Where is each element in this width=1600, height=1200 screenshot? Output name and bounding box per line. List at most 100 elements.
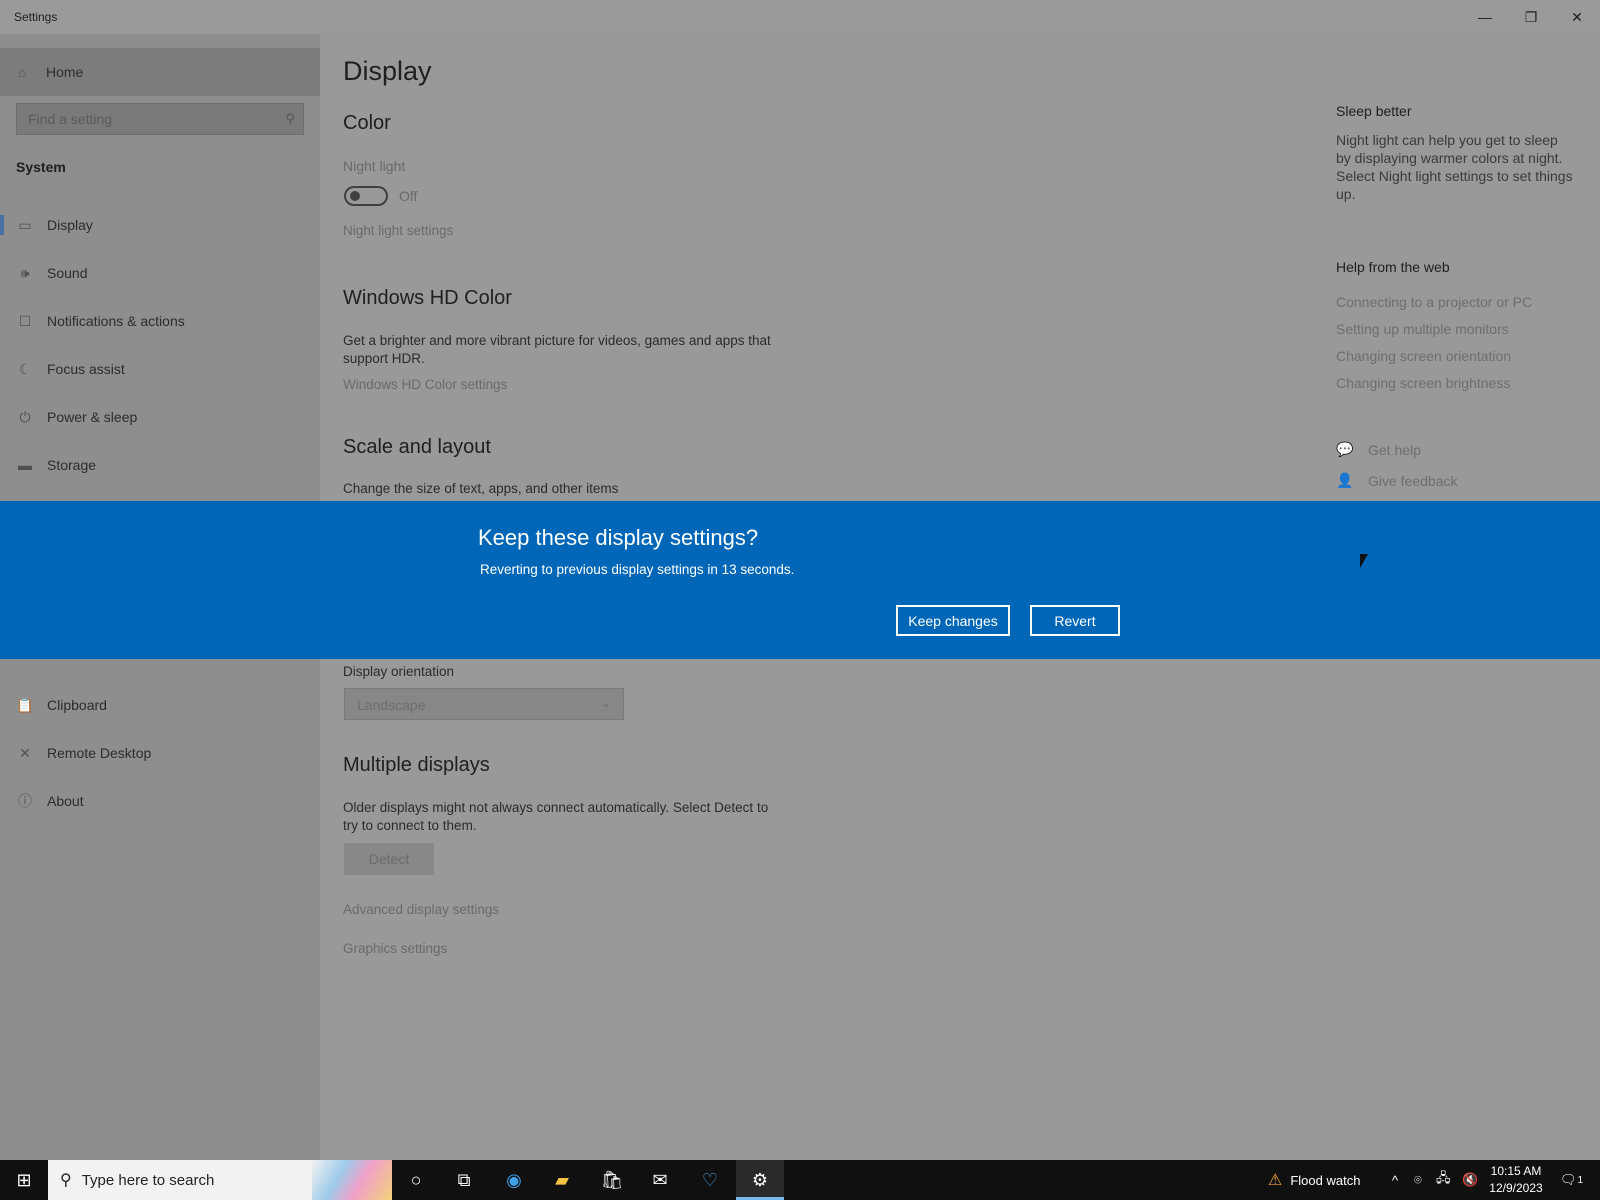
- task-view-icon: ⧉: [457, 1169, 471, 1190]
- action-center-button[interactable]: 🗨 1: [1560, 1160, 1583, 1200]
- folder-icon: ▰: [555, 1169, 569, 1190]
- clock-time: 10:15 AM: [1490, 1164, 1542, 1178]
- sidebar-item-about[interactable]: ⓘ About: [0, 781, 320, 821]
- close-button[interactable]: ✕: [1554, 0, 1600, 34]
- windows-logo-icon: ⊞: [16, 1169, 32, 1190]
- network-icon[interactable]: 🖧: [1436, 1160, 1451, 1200]
- hd-color-description-line1: Get a brighter and more vibrant picture …: [343, 333, 771, 348]
- minimize-button[interactable]: —: [1462, 0, 1508, 34]
- taskbar-search[interactable]: ⚲ Type here to search: [48, 1160, 392, 1200]
- sidebar-item-power-sleep[interactable]: ⏻ Power & sleep: [0, 397, 320, 437]
- mail-button[interactable]: ✉: [636, 1160, 684, 1200]
- weather-text: Flood watch: [1290, 1172, 1361, 1188]
- keep-settings-dialog: Keep these display settings? Reverting t…: [0, 501, 1600, 659]
- monitor-icon: ▭: [18, 216, 32, 233]
- sleep-text-line: by displaying warmer colors at night.: [1336, 150, 1563, 166]
- edge-icon: ◉: [506, 1169, 522, 1190]
- search-icon[interactable]: ⚲: [285, 111, 295, 127]
- sidebar-item-clipboard[interactable]: 📋 Clipboard: [0, 685, 320, 725]
- scale-heading: Scale and layout: [343, 436, 491, 458]
- sidebar-item-notifications[interactable]: ☐ Notifications & actions: [0, 301, 320, 341]
- sidebar-item-label: Power & sleep: [47, 409, 138, 425]
- give-feedback-link[interactable]: Give feedback: [1368, 473, 1458, 489]
- moon-icon: ☾: [18, 360, 32, 377]
- sidebar-item-label: Remote Desktop: [47, 745, 152, 761]
- dialog-title: Keep these display settings?: [478, 525, 759, 550]
- toggle-knob: [350, 191, 360, 201]
- heartbeat-icon: ♡: [701, 1169, 719, 1190]
- multiple-displays-description-line2: try to connect to them.: [343, 818, 477, 833]
- sleep-better-text: Night light can help you get to sleep by…: [1336, 131, 1576, 203]
- night-light-label: Night light: [343, 158, 406, 174]
- graphics-settings-link[interactable]: Graphics settings: [343, 941, 447, 956]
- search-icon: ⚲: [60, 1172, 72, 1189]
- help-link-screen-orientation[interactable]: Changing screen orientation: [1336, 348, 1511, 364]
- sidebar-home[interactable]: ⌂ Home: [0, 48, 320, 96]
- dialog-message: Reverting to previous display settings i…: [480, 562, 795, 577]
- revert-button[interactable]: Revert: [1030, 605, 1120, 636]
- maximize-button[interactable]: ❐: [1508, 0, 1554, 34]
- night-light-settings-link[interactable]: Night light settings: [343, 223, 453, 238]
- sidebar-item-label: Notifications & actions: [47, 313, 185, 329]
- task-view-button[interactable]: ⧉: [440, 1160, 488, 1200]
- sidebar-item-label: About: [47, 793, 84, 809]
- volume-muted-icon[interactable]: 🔇: [1462, 1160, 1478, 1200]
- settings-taskbar-button[interactable]: ⚙: [736, 1160, 784, 1200]
- sidebar-item-focus-assist[interactable]: ☾ Focus assist: [0, 349, 320, 389]
- sidebar-item-label: Display: [47, 217, 93, 233]
- sidebar-item-sound[interactable]: 🕪 Sound: [0, 253, 320, 293]
- remote-icon: ✕: [19, 744, 31, 761]
- sidebar-item-display[interactable]: ▭ Display: [0, 205, 320, 245]
- chevron-up-icon: ^: [1392, 1172, 1399, 1188]
- weather-widget[interactable]: ⚠ Flood watch: [1268, 1160, 1360, 1200]
- mouse-cursor-icon: [1360, 554, 1368, 568]
- info-icon: ⓘ: [18, 793, 32, 809]
- sleep-better-heading: Sleep better: [1336, 103, 1412, 119]
- toggle-state-label: Off: [399, 188, 418, 204]
- scale-description: Change the size of text, apps, and other…: [343, 481, 619, 496]
- orientation-label: Display orientation: [343, 664, 455, 679]
- circle-icon: ○: [410, 1169, 422, 1190]
- file-explorer-button[interactable]: ▰: [538, 1160, 586, 1200]
- hd-color-description-line2: support HDR.: [343, 351, 425, 366]
- sidebar-item-storage[interactable]: ▬ Storage: [0, 445, 320, 485]
- show-hidden-icons[interactable]: ^: [1392, 1160, 1398, 1200]
- search-input[interactable]: [17, 104, 267, 134]
- help-link-multiple-monitors[interactable]: Setting up multiple monitors: [1336, 321, 1509, 337]
- health-app-button[interactable]: ♡: [686, 1160, 734, 1200]
- edge-button[interactable]: ◉: [490, 1160, 538, 1200]
- detect-button[interactable]: Detect: [344, 843, 434, 875]
- help-from-web-heading: Help from the web: [1336, 259, 1450, 275]
- warning-icon: ⚠: [1268, 1172, 1283, 1189]
- sleep-text-line: Select Night light settings to set thing…: [1336, 168, 1573, 184]
- get-help-link[interactable]: Get help: [1368, 442, 1421, 458]
- section-label-system: System: [16, 159, 66, 175]
- notification-count: 1: [1577, 1174, 1584, 1186]
- power-icon: ⏻: [19, 408, 31, 425]
- advanced-display-settings-link[interactable]: Advanced display settings: [343, 902, 499, 917]
- start-button[interactable]: ⊞: [0, 1160, 48, 1200]
- clipboard-icon: 📋: [16, 696, 34, 713]
- sidebar-item-label: Clipboard: [47, 697, 107, 713]
- clock-date: 12/9/2023: [1489, 1181, 1543, 1195]
- help-link-projector[interactable]: Connecting to a projector or PC: [1336, 294, 1532, 310]
- color-heading: Color: [343, 112, 391, 134]
- store-button[interactable]: 🛍: [588, 1160, 636, 1200]
- hd-color-settings-link[interactable]: Windows HD Color settings: [343, 377, 507, 392]
- hd-color-heading: Windows HD Color: [343, 287, 512, 309]
- search-highlight-art: [312, 1160, 392, 1200]
- orientation-dropdown[interactable]: Landscape ⌄: [344, 688, 624, 720]
- sidebar-item-remote-desktop[interactable]: ✕ Remote Desktop: [0, 733, 320, 773]
- sleep-text-line: Night light can help you get to sleep: [1336, 132, 1558, 148]
- orientation-value: Landscape: [357, 697, 426, 713]
- notification-icon: ☐: [18, 312, 32, 329]
- clock[interactable]: 10:15 AM 12/9/2023: [1486, 1163, 1546, 1197]
- keep-changes-button[interactable]: Keep changes: [896, 605, 1010, 636]
- meet-now-icon[interactable]: ⌾: [1414, 1160, 1422, 1200]
- cortana-button[interactable]: ○: [392, 1160, 440, 1200]
- help-link-screen-brightness[interactable]: Changing screen brightness: [1336, 375, 1510, 391]
- night-light-toggle[interactable]: [344, 186, 388, 206]
- storage-icon: ▬: [18, 457, 32, 473]
- notification-icon: 🗨: [1560, 1172, 1577, 1187]
- gear-icon: ⚙: [751, 1169, 769, 1190]
